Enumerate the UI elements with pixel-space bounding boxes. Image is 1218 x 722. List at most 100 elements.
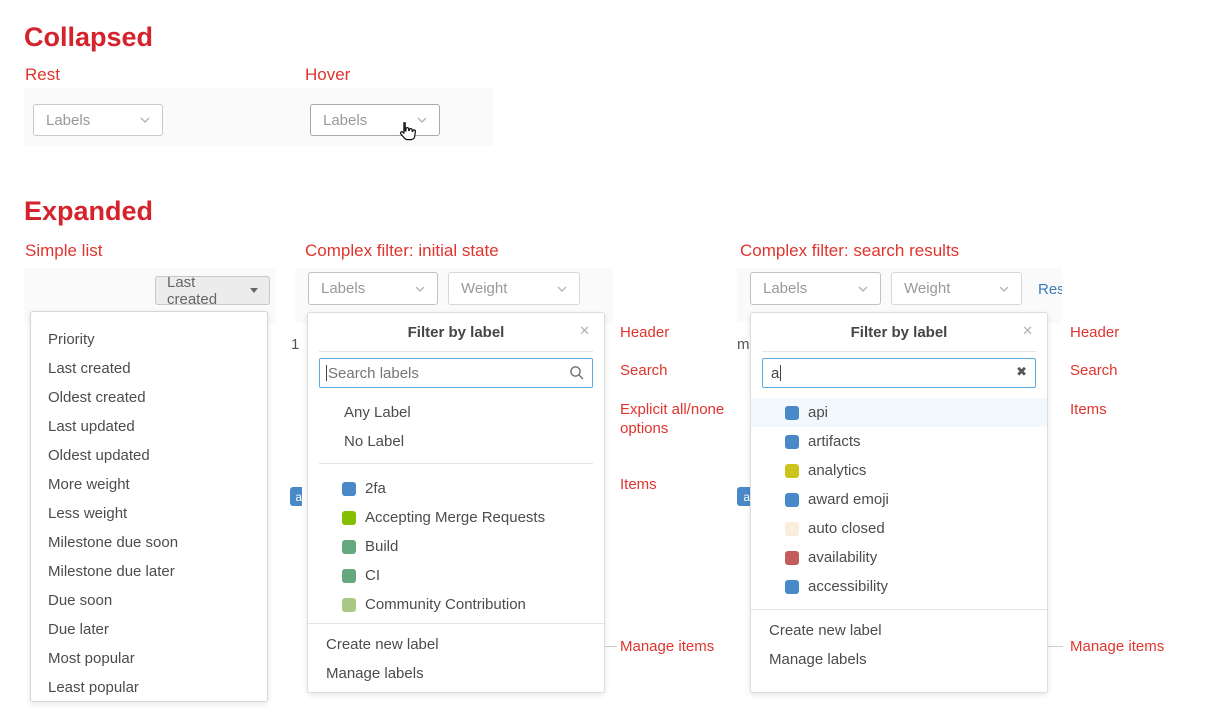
sort-option[interactable]: Last created bbox=[31, 354, 267, 383]
close-icon[interactable]: ✕ bbox=[579, 323, 590, 339]
label-color-swatch bbox=[342, 569, 356, 583]
no-label-option[interactable]: No Label bbox=[308, 427, 604, 456]
label-filter-dropdown-search: Filter by label ✕ ✖ api artifacts analyt… bbox=[750, 312, 1048, 693]
sort-option[interactable]: More weight bbox=[31, 470, 267, 499]
example-label-initial-state: Complex filter: initial state bbox=[305, 241, 499, 261]
manage-labels-item[interactable]: Manage labels bbox=[308, 659, 604, 688]
reset-link-clipped[interactable]: Res bbox=[1038, 281, 1062, 298]
create-new-label-item[interactable]: Create new label bbox=[751, 616, 1047, 645]
label-option-highlighted[interactable]: api bbox=[751, 398, 1047, 427]
label-color-swatch bbox=[785, 464, 799, 478]
label-option[interactable]: 2fa bbox=[308, 474, 604, 503]
search-icon[interactable] bbox=[569, 365, 585, 381]
sort-option[interactable]: Milestone due soon bbox=[31, 528, 267, 557]
label-option[interactable]: Accepting Merge Requests bbox=[308, 503, 604, 532]
sort-option[interactable]: Last updated bbox=[31, 412, 267, 441]
weight-filter-button[interactable]: Weight bbox=[448, 272, 580, 305]
labels-filter-button[interactable]: Labels bbox=[750, 272, 881, 305]
label-option[interactable]: Build bbox=[308, 532, 604, 561]
labels-filter-button[interactable]: Labels bbox=[308, 272, 438, 305]
chevron-down-icon bbox=[140, 117, 150, 123]
divider bbox=[308, 623, 604, 624]
chevron-down-icon bbox=[415, 286, 425, 292]
label-option[interactable]: availability bbox=[751, 543, 1047, 572]
sort-option[interactable]: Due soon bbox=[31, 586, 267, 615]
state-label-hover: Hover bbox=[305, 65, 350, 85]
labels-filter-label: Labels bbox=[763, 280, 807, 297]
weight-filter-label: Weight bbox=[461, 280, 507, 297]
annotation-items: Items bbox=[620, 475, 657, 494]
annotation-header: Header bbox=[620, 323, 669, 342]
divider bbox=[319, 463, 593, 464]
label-search-input[interactable] bbox=[319, 358, 593, 388]
label-color-swatch bbox=[342, 540, 356, 554]
sort-option[interactable]: Oldest created bbox=[31, 383, 267, 412]
label-color-swatch bbox=[342, 511, 356, 525]
label-option-clipped[interactable]: authentication bbox=[751, 601, 1047, 609]
labels-dropdown-rest[interactable]: Labels bbox=[33, 104, 163, 136]
label-search-input[interactable] bbox=[762, 358, 1036, 388]
weight-filter-button[interactable]: Weight bbox=[891, 272, 1022, 305]
label-search: ✖ bbox=[762, 358, 1036, 388]
sort-dropdown-label: Last created bbox=[167, 274, 242, 308]
annotation-connector-line bbox=[1048, 646, 1063, 647]
label-color-swatch bbox=[785, 609, 799, 610]
label-color-swatch bbox=[785, 493, 799, 507]
clear-search-icon[interactable]: ✖ bbox=[1016, 364, 1027, 380]
label-option[interactable]: artifacts bbox=[751, 427, 1047, 456]
chevron-down-icon bbox=[858, 286, 868, 292]
sort-option[interactable]: Milestone due later bbox=[31, 557, 267, 586]
dropdown-title: Filter by label bbox=[851, 324, 948, 341]
annotation-manage-items: Manage items bbox=[620, 637, 714, 656]
label-color-swatch bbox=[342, 598, 356, 612]
clipped-text-fragment: 1 bbox=[291, 336, 299, 353]
label-option[interactable]: award emoji bbox=[751, 485, 1047, 514]
label-filter-dropdown: Filter by label ✕ Any Label No Label 2fa bbox=[307, 312, 605, 693]
label-option[interactable]: analytics bbox=[751, 456, 1047, 485]
sort-option[interactable]: Oldest updated bbox=[31, 441, 267, 470]
label-options-list: 2fa Accepting Merge Requests Build CI Co… bbox=[308, 474, 604, 619]
dropdown-title: Filter by label bbox=[408, 324, 505, 341]
label-option[interactable]: CI bbox=[308, 561, 604, 590]
example-label-search-results: Complex filter: search results bbox=[740, 241, 959, 261]
label-option[interactable]: accessibility bbox=[751, 572, 1047, 601]
divider bbox=[762, 351, 1036, 352]
label-search bbox=[319, 358, 593, 388]
label-option[interactable]: auto closed bbox=[751, 514, 1047, 543]
close-icon[interactable]: ✕ bbox=[1022, 323, 1033, 339]
text-cursor bbox=[780, 365, 781, 381]
hand-cursor-icon bbox=[394, 119, 420, 147]
sort-option[interactable]: Least popular bbox=[31, 673, 267, 702]
create-new-label-item[interactable]: Create new label bbox=[308, 630, 604, 659]
annotation-manage-items: Manage items bbox=[1070, 637, 1164, 656]
collapsed-examples-background: Labels Labels bbox=[24, 88, 493, 146]
sort-dropdown-menu: Priority Last created Oldest created Las… bbox=[30, 311, 268, 702]
sort-dropdown-button[interactable]: Last created bbox=[155, 276, 270, 305]
manage-labels-item[interactable]: Manage labels bbox=[751, 645, 1047, 674]
dropdown-design-spec-page: Collapsed Rest Hover Labels Labels Expan… bbox=[0, 0, 1218, 722]
label-option[interactable]: Community Contribution bbox=[308, 590, 604, 619]
dropdown-header: Filter by label ✕ bbox=[308, 313, 604, 351]
annotation-search: Search bbox=[1070, 361, 1118, 380]
caret-down-icon bbox=[250, 288, 258, 293]
sort-option[interactable]: Priority bbox=[31, 325, 267, 354]
annotation-all-none: Explicit all/none options bbox=[620, 400, 732, 438]
label-color-swatch bbox=[785, 522, 799, 536]
sort-option[interactable]: Most popular bbox=[31, 644, 267, 673]
label-color-swatch bbox=[342, 482, 356, 496]
weight-filter-label: Weight bbox=[904, 280, 950, 297]
all-none-options: Any Label No Label bbox=[308, 398, 604, 456]
clipped-button-fragment: a bbox=[737, 487, 750, 506]
labels-dropdown-hover[interactable]: Labels bbox=[310, 104, 440, 136]
sort-option[interactable]: Less weight bbox=[31, 499, 267, 528]
divider bbox=[319, 351, 593, 352]
annotation-search: Search bbox=[620, 361, 668, 380]
dropdown-header: Filter by label ✕ bbox=[751, 313, 1047, 351]
sort-option[interactable]: Due later bbox=[31, 615, 267, 644]
annotation-items: Items bbox=[1070, 400, 1107, 419]
state-label-rest: Rest bbox=[25, 65, 60, 85]
any-label-option[interactable]: Any Label bbox=[308, 398, 604, 427]
clipped-button-fragment: a bbox=[290, 487, 302, 506]
sort-options-list: Priority Last created Oldest created Las… bbox=[31, 312, 267, 702]
section-title-expanded: Expanded bbox=[24, 196, 153, 227]
